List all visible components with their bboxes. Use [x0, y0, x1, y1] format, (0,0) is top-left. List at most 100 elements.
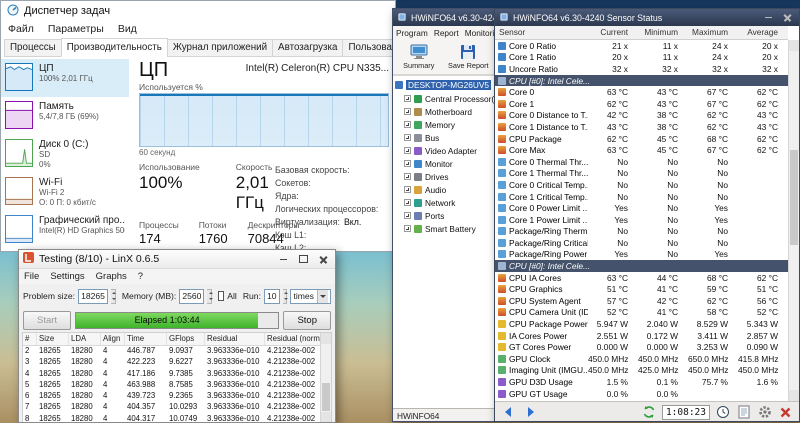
sensor-row[interactable]: Uncore Ratio 32 x 32 x 32 x 32 x	[495, 63, 788, 75]
expander-icon[interactable]	[404, 121, 411, 128]
sensor-group-header[interactable]: CPU [#0]: Intel Cele...	[495, 74, 788, 87]
tree-item[interactable]: Smart Battery	[395, 222, 494, 235]
sensor-row[interactable]: Core Max 63 °C 45 °C 67 °C 62 °C	[495, 144, 788, 156]
sensor-row[interactable]: Core 1 Ratio 20 x 11 x 24 x 20 x	[495, 52, 788, 64]
expander-icon[interactable]	[404, 108, 411, 115]
sidebar-item-cpu[interactable]: ЦП 100% 2,01 ГГц	[1, 59, 129, 97]
expander-icon[interactable]	[404, 147, 411, 154]
sensor-row[interactable]: CPU IA Cores 63 °C 44 °C 68 °C 62 °C	[495, 272, 788, 284]
menu-item[interactable]: File	[24, 271, 39, 282]
tree-item[interactable]: Audio	[395, 183, 494, 196]
sensor-row[interactable]: Core 0 63 °C 43 °C 67 °C 62 °C	[495, 86, 788, 98]
task-manager-titlebar[interactable]: Диспетчер задач	[1, 1, 395, 21]
problem-size-spinner[interactable]	[110, 288, 117, 304]
menu-item[interactable]: Graphs	[96, 271, 127, 282]
linx-titlebar[interactable]: Testing (8/10) - LinX 0.6.5	[19, 250, 335, 269]
menu-item[interactable]: Report	[434, 28, 459, 38]
sidebar-item-memory[interactable]: Память 5,4/7,8 ГБ (69%)	[1, 97, 129, 135]
scroll-up-icon[interactable]	[789, 40, 799, 51]
menu-item[interactable]: Monitorin...	[465, 28, 494, 38]
tab-item[interactable]: Автозагрузка	[272, 39, 344, 57]
hwinfo-titlebar[interactable]: HWiNFO64 v6.30-4240	[393, 9, 494, 26]
clock-button[interactable]	[714, 404, 731, 421]
refresh-button[interactable]	[641, 404, 658, 421]
sensor-row[interactable]: Core 0 Critical Temp... No No No	[495, 179, 788, 191]
problem-size-input[interactable]: 18265	[78, 288, 108, 304]
sensor-row[interactable]: Core 1 62 °C 43 °C 67 °C 62 °C	[495, 98, 788, 110]
close-icon[interactable]	[316, 253, 331, 266]
sensor-row[interactable]: CPU Package Power 5.947 W 2.040 W 8.529 W 5.…	[495, 318, 788, 330]
sidebar-item-gpu[interactable]: Графический про... Intel(R) HD Graphics 5…	[1, 211, 129, 249]
menu-item[interactable]: Параметры	[48, 23, 104, 35]
sensor-row[interactable]: Core 1 Power Limit ... Yes No Yes	[495, 214, 788, 226]
sensor-row[interactable]: GPU D3D Usage 1.5 % 0.1 % 75.7 % 1.6 %	[495, 376, 788, 388]
close-sensors-button[interactable]	[777, 404, 794, 421]
tree-root-item[interactable]: DESKTOP-MG26UV5	[395, 78, 494, 92]
sidebar-item-disk0[interactable]: Диск 0 (C:) SD 0%	[1, 135, 129, 173]
sensor-row[interactable]: CPU System Agent 57 °C 42 °C 62 °C 56 °C	[495, 295, 788, 307]
sensor-row[interactable]: GPU GT Usage 0.0 % 0.0 %	[495, 388, 788, 400]
run-unit-select[interactable]: times	[290, 288, 331, 304]
stop-button[interactable]: Stop	[283, 310, 331, 330]
sensor-row[interactable]: CPU Graphics 51 °C 41 °C 59 °C 51 °C	[495, 283, 788, 295]
forward-arrow-button[interactable]	[521, 404, 538, 421]
menu-item[interactable]: ?	[138, 271, 143, 282]
tree-item[interactable]: Video Adapter	[395, 144, 494, 157]
scroll-down-icon[interactable]	[789, 390, 799, 401]
sensor-row[interactable]: GT Cores Power 0.000 W 0.000 W 3.253 W 0.090…	[495, 341, 788, 353]
memory-spinner[interactable]	[207, 288, 213, 304]
expander-icon[interactable]	[404, 173, 411, 180]
tab-item[interactable]: Журнал приложений	[166, 39, 274, 57]
sensor-titlebar[interactable]: HWiNFO64 v6.30-4240 Sensor Status	[495, 9, 799, 26]
minimize-icon[interactable]	[761, 11, 776, 24]
sensor-row[interactable]: IA Cores Power 2.551 W 0.172 W 3.411 W 2.857…	[495, 330, 788, 342]
table-row[interactable]: 3 18265 18280 4 422.223 9.6227 3.963336e-010 4.…	[23, 357, 331, 368]
table-row[interactable]: 4 18265 18280 4 417.186 9.7385 3.963336e-010 4.…	[23, 369, 331, 380]
start-button[interactable]: Start	[23, 310, 72, 330]
expander-icon[interactable]	[404, 186, 411, 193]
summary-button[interactable]: Summary	[395, 41, 443, 72]
tree-item[interactable]: Network	[395, 196, 494, 209]
sensor-row[interactable]: Core 1 Distance to T... 43 °C 38 °C 62 °C 43…	[495, 121, 788, 133]
sensor-row[interactable]: Core 1 Critical Temp... No No No	[495, 191, 788, 203]
sensor-row[interactable]: Imaging Unit (IMGU... 450.0 MHz 425.0 MHz 4…	[495, 365, 788, 377]
table-row[interactable]: 8 18265 18280 4 404.317 10.0749 3.963336e-010 4…	[23, 414, 331, 422]
scrollbar-thumb[interactable]	[322, 383, 330, 411]
table-row[interactable]: 6 18265 18280 4 439.723 9.2365 3.963336e-010 4.…	[23, 391, 331, 402]
expander-icon[interactable]	[404, 199, 411, 206]
minimize-icon[interactable]	[276, 253, 291, 266]
tab-item[interactable]: Производительность	[60, 38, 168, 57]
maximize-icon[interactable]	[296, 253, 311, 266]
tab-item[interactable]: Пользователи	[342, 39, 395, 57]
expander-icon[interactable]	[404, 212, 411, 219]
expander-icon[interactable]	[404, 95, 411, 102]
sensor-row[interactable]: Core 0 Power Limit ... Yes No Yes	[495, 202, 788, 214]
sensor-group-header[interactable]: CPU [#0]: Intel Cele...	[495, 260, 788, 272]
memory-input[interactable]: 2560	[179, 288, 205, 304]
cpu-usage-chart[interactable]	[139, 93, 389, 147]
table-row[interactable]: 7 18265 18280 4 404.357 10.0293 3.963336e-010 4…	[23, 402, 331, 413]
tab-item[interactable]: Процессы	[4, 39, 62, 57]
tree-item[interactable]: Monitor	[395, 157, 494, 170]
sensor-row[interactable]: Package/Ring Therm... No No No	[495, 226, 788, 238]
sensor-row[interactable]: Core 1 Thermal Thr... No No No	[495, 168, 788, 180]
tree-item[interactable]: Bus	[395, 131, 494, 144]
sensor-row[interactable]: Core 0 Thermal Thr... No No No	[495, 156, 788, 168]
run-count-input[interactable]: 10	[263, 288, 280, 304]
sensor-row[interactable]: Package/Ring Power ... Yes No Yes	[495, 249, 788, 261]
scroll-down-icon[interactable]	[321, 412, 331, 422]
expander-icon[interactable]	[404, 134, 411, 141]
tree-item[interactable]: Motherboard	[395, 105, 494, 118]
save-report-button[interactable]: Save Report	[445, 41, 493, 72]
sidebar-item-wifi[interactable]: Wi-Fi Wi-Fi 2 О: 0 П: 0 кбит/с	[1, 173, 129, 211]
vertical-scrollbar[interactable]	[788, 40, 799, 401]
tree-item[interactable]: Memory	[395, 118, 494, 131]
sensor-row[interactable]: CPU Package 62 °C 45 °C 68 °C 62 °C	[495, 133, 788, 145]
sensor-row[interactable]: CPU Camera Unit (ID... 52 °C 41 °C 58 °C 52 …	[495, 307, 788, 319]
scrollbar-thumb[interactable]	[790, 150, 798, 245]
run-count-spinner[interactable]	[282, 288, 288, 304]
menu-item[interactable]: Файл	[8, 23, 34, 35]
menu-item[interactable]: Program	[396, 28, 428, 38]
back-arrow-button[interactable]	[500, 404, 517, 421]
expander-icon[interactable]	[404, 225, 411, 232]
